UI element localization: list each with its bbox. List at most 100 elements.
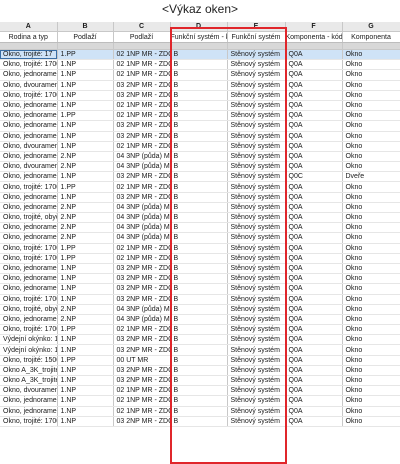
table-cell[interactable]: B bbox=[170, 171, 228, 183]
table-cell[interactable]: Stěnový systém bbox=[227, 120, 286, 132]
table-cell[interactable]: Stěnový systém bbox=[227, 181, 286, 193]
table-cell[interactable]: Q0A bbox=[285, 59, 343, 71]
table-cell[interactable]: Q0A bbox=[285, 334, 343, 346]
table-row[interactable]: Okno, jednoramen1.NP03 2NP MR - ZDC.3BSt… bbox=[0, 283, 400, 295]
table-cell[interactable]: Dveře bbox=[342, 171, 400, 183]
table-cell[interactable]: 02 1NP MR - ZDC.3 bbox=[113, 243, 171, 254]
table-cell[interactable]: B bbox=[170, 202, 228, 214]
table-cell[interactable]: B bbox=[170, 304, 228, 315]
table-cell[interactable]: 03 2NP MR - ZDC.3 bbox=[113, 334, 171, 346]
table-cell[interactable]: 02 1NP MR - ZDC.3 bbox=[113, 141, 171, 152]
table-cell[interactable]: 04 3NP (půda) MR bbox=[113, 202, 171, 214]
table-cell[interactable]: 1.NP bbox=[57, 395, 114, 407]
table-cell[interactable]: Q0A bbox=[285, 304, 343, 315]
table-cell[interactable]: 03 2NP MR - ZDC.3 bbox=[113, 416, 171, 427]
table-cell[interactable]: Q0A bbox=[285, 375, 343, 387]
table-cell[interactable]: B bbox=[170, 375, 228, 387]
table-row[interactable]: Okno, dvouramenn 2.NP 04 3NP (půda) MR B Stě… bbox=[0, 161, 400, 173]
table-cell[interactable]: Q0A bbox=[285, 395, 343, 407]
table-cell[interactable]: B bbox=[170, 385, 228, 397]
table-cell[interactable]: 2.NP bbox=[57, 202, 114, 214]
table-cell[interactable]: 1.PP bbox=[57, 355, 114, 366]
table-cell[interactable]: B bbox=[170, 100, 228, 112]
table-cell[interactable]: Okno, dvouramenn bbox=[0, 385, 58, 397]
table-cell[interactable]: Okno, trojité: 1700 bbox=[0, 324, 58, 336]
table-row[interactable]: Okno, jednoramen1.NP03 2NP MR - ZDC.3BSt… bbox=[0, 273, 400, 285]
table-cell[interactable]: Q0A bbox=[285, 294, 343, 305]
table-cell[interactable]: B bbox=[170, 151, 228, 163]
table-cell[interactable]: Okno bbox=[342, 100, 400, 112]
table-cell[interactable]: 1.NP bbox=[57, 192, 114, 203]
table-cell[interactable]: Q0A bbox=[285, 253, 343, 264]
table-cell[interactable]: 03 2NP MR - ZDC.3 bbox=[113, 80, 171, 91]
table-cell[interactable]: Okno, trojité: 1700 bbox=[0, 90, 58, 101]
table-cell[interactable]: B bbox=[170, 395, 228, 407]
table-row[interactable]: Okno, dvouramenn1.NP02 1NP MR - ZDC.3BSt… bbox=[0, 141, 400, 152]
table-row[interactable]: Okno, jednoramen1.NP02 1NP MR - ZDC.3BSt… bbox=[0, 100, 400, 112]
table-row[interactable]: Okno, trojité: 17001.PP02 1NP MR - ZDC.3… bbox=[0, 324, 400, 336]
table-cell[interactable]: 1.NP bbox=[57, 406, 114, 417]
table-cell[interactable]: Okno bbox=[342, 334, 400, 346]
table-cell[interactable]: Stěnový systém bbox=[227, 90, 286, 101]
table-cell[interactable]: B bbox=[170, 253, 228, 264]
table-cell[interactable]: 1.NP bbox=[57, 171, 114, 183]
table-cell[interactable]: 03 2NP MR - ZDC.3 bbox=[113, 273, 171, 285]
table-cell[interactable]: 02 1NP MR - ZDC.3 bbox=[113, 324, 171, 336]
table-cell[interactable]: Q0A bbox=[285, 100, 343, 112]
table-cell[interactable]: 03 2NP MR - ZDC.3 bbox=[113, 171, 171, 183]
table-cell[interactable]: Okno A_3K_trojité bbox=[0, 375, 58, 387]
table-cell[interactable]: B bbox=[170, 416, 228, 427]
table-cell[interactable]: Okno bbox=[342, 294, 400, 305]
table-cell[interactable]: Okno bbox=[342, 202, 400, 214]
table-cell[interactable]: 04 3NP (půda) MR bbox=[113, 161, 171, 173]
table-cell[interactable]: Okno, trojité: 1700 bbox=[0, 416, 58, 427]
column-letter[interactable]: C bbox=[113, 22, 171, 32]
table-row[interactable]: Okno, jednoramen 2.NP 04 3NP (půda) MR B Stě… bbox=[0, 232, 400, 244]
table-cell[interactable]: 1.PP bbox=[57, 110, 114, 122]
table-cell[interactable]: 1.NP bbox=[57, 273, 114, 285]
table-cell[interactable]: 1.NP bbox=[57, 69, 114, 81]
column-header[interactable]: Komponenta - kód bbox=[285, 31, 343, 43]
table-row[interactable]: Okno, dvouramenn1.NP03 2NP MR - ZDC.3BSt… bbox=[0, 80, 400, 91]
table-cell[interactable]: Okno bbox=[342, 395, 400, 407]
table-cell[interactable]: 1.PP bbox=[57, 49, 114, 61]
table-cell[interactable]: 03 2NP MR - ZDC.3 bbox=[113, 192, 171, 203]
table-row[interactable]: Výdejní okýnko: 121.NP03 2NP MR - ZDC.3B… bbox=[0, 344, 400, 356]
table-cell[interactable]: Okno, jednoramen bbox=[0, 283, 58, 295]
table-cell[interactable]: 02 1NP MR - ZDC.3 bbox=[113, 385, 171, 397]
column-letter[interactable]: G bbox=[342, 22, 400, 32]
table-cell[interactable]: Okno A_3K_trojité bbox=[0, 365, 58, 377]
table-cell[interactable]: Okno, trojité: 1500 bbox=[0, 355, 58, 366]
table-cell[interactable]: B bbox=[170, 243, 228, 254]
table-cell[interactable]: 02 1NP MR - ZDC.3 bbox=[113, 181, 171, 193]
table-cell[interactable]: 2.NP bbox=[57, 161, 114, 173]
table-cell[interactable]: Okno bbox=[342, 80, 400, 91]
table-cell[interactable]: Q0A bbox=[285, 90, 343, 101]
table-cell[interactable]: Okno, jednoramen bbox=[0, 222, 58, 234]
table-row[interactable]: Výdejní okýnko: 121.NP03 2NP MR - ZDC.3B… bbox=[0, 334, 400, 346]
table-cell[interactable]: Okno bbox=[342, 151, 400, 163]
table-cell[interactable]: 2.NP bbox=[57, 222, 114, 234]
table-cell[interactable]: 1.NP bbox=[57, 375, 114, 387]
table-cell[interactable]: 1.NP bbox=[57, 100, 114, 112]
table-cell[interactable]: Q0A bbox=[285, 385, 343, 397]
table-cell[interactable]: 1.NP bbox=[57, 131, 114, 142]
table-cell[interactable]: Okno, trojité: 1700 bbox=[0, 294, 58, 305]
table-cell[interactable]: Stěnový systém bbox=[227, 395, 286, 407]
table-cell[interactable]: Okno, jednoramen bbox=[0, 120, 58, 132]
table-cell[interactable]: Q0A bbox=[285, 273, 343, 285]
table-cell[interactable]: 04 3NP (půda) MR bbox=[113, 304, 171, 315]
table-cell[interactable]: 1.NP bbox=[57, 334, 114, 346]
table-cell[interactable]: Okno, jednoramen bbox=[0, 263, 58, 275]
table-cell[interactable]: B bbox=[170, 69, 228, 81]
table-cell[interactable]: Okno, trojité: 17 bbox=[0, 49, 58, 61]
table-cell[interactable]: 00 UT MR bbox=[113, 355, 171, 366]
table-cell[interactable]: Q0A bbox=[285, 232, 343, 244]
table-cell[interactable]: Q0A bbox=[285, 110, 343, 122]
table-cell[interactable]: 03 2NP MR - ZDC.3 bbox=[113, 375, 171, 387]
table-cell[interactable]: Okno bbox=[342, 375, 400, 387]
table-cell[interactable]: Q0C bbox=[285, 171, 343, 183]
table-cell[interactable]: Q0A bbox=[285, 120, 343, 132]
column-header[interactable]: Funkční systém bbox=[227, 31, 286, 43]
table-row[interactable]: Okno, jednoramen1.NP02 1NP MR - ZDC.3BSt… bbox=[0, 69, 400, 81]
